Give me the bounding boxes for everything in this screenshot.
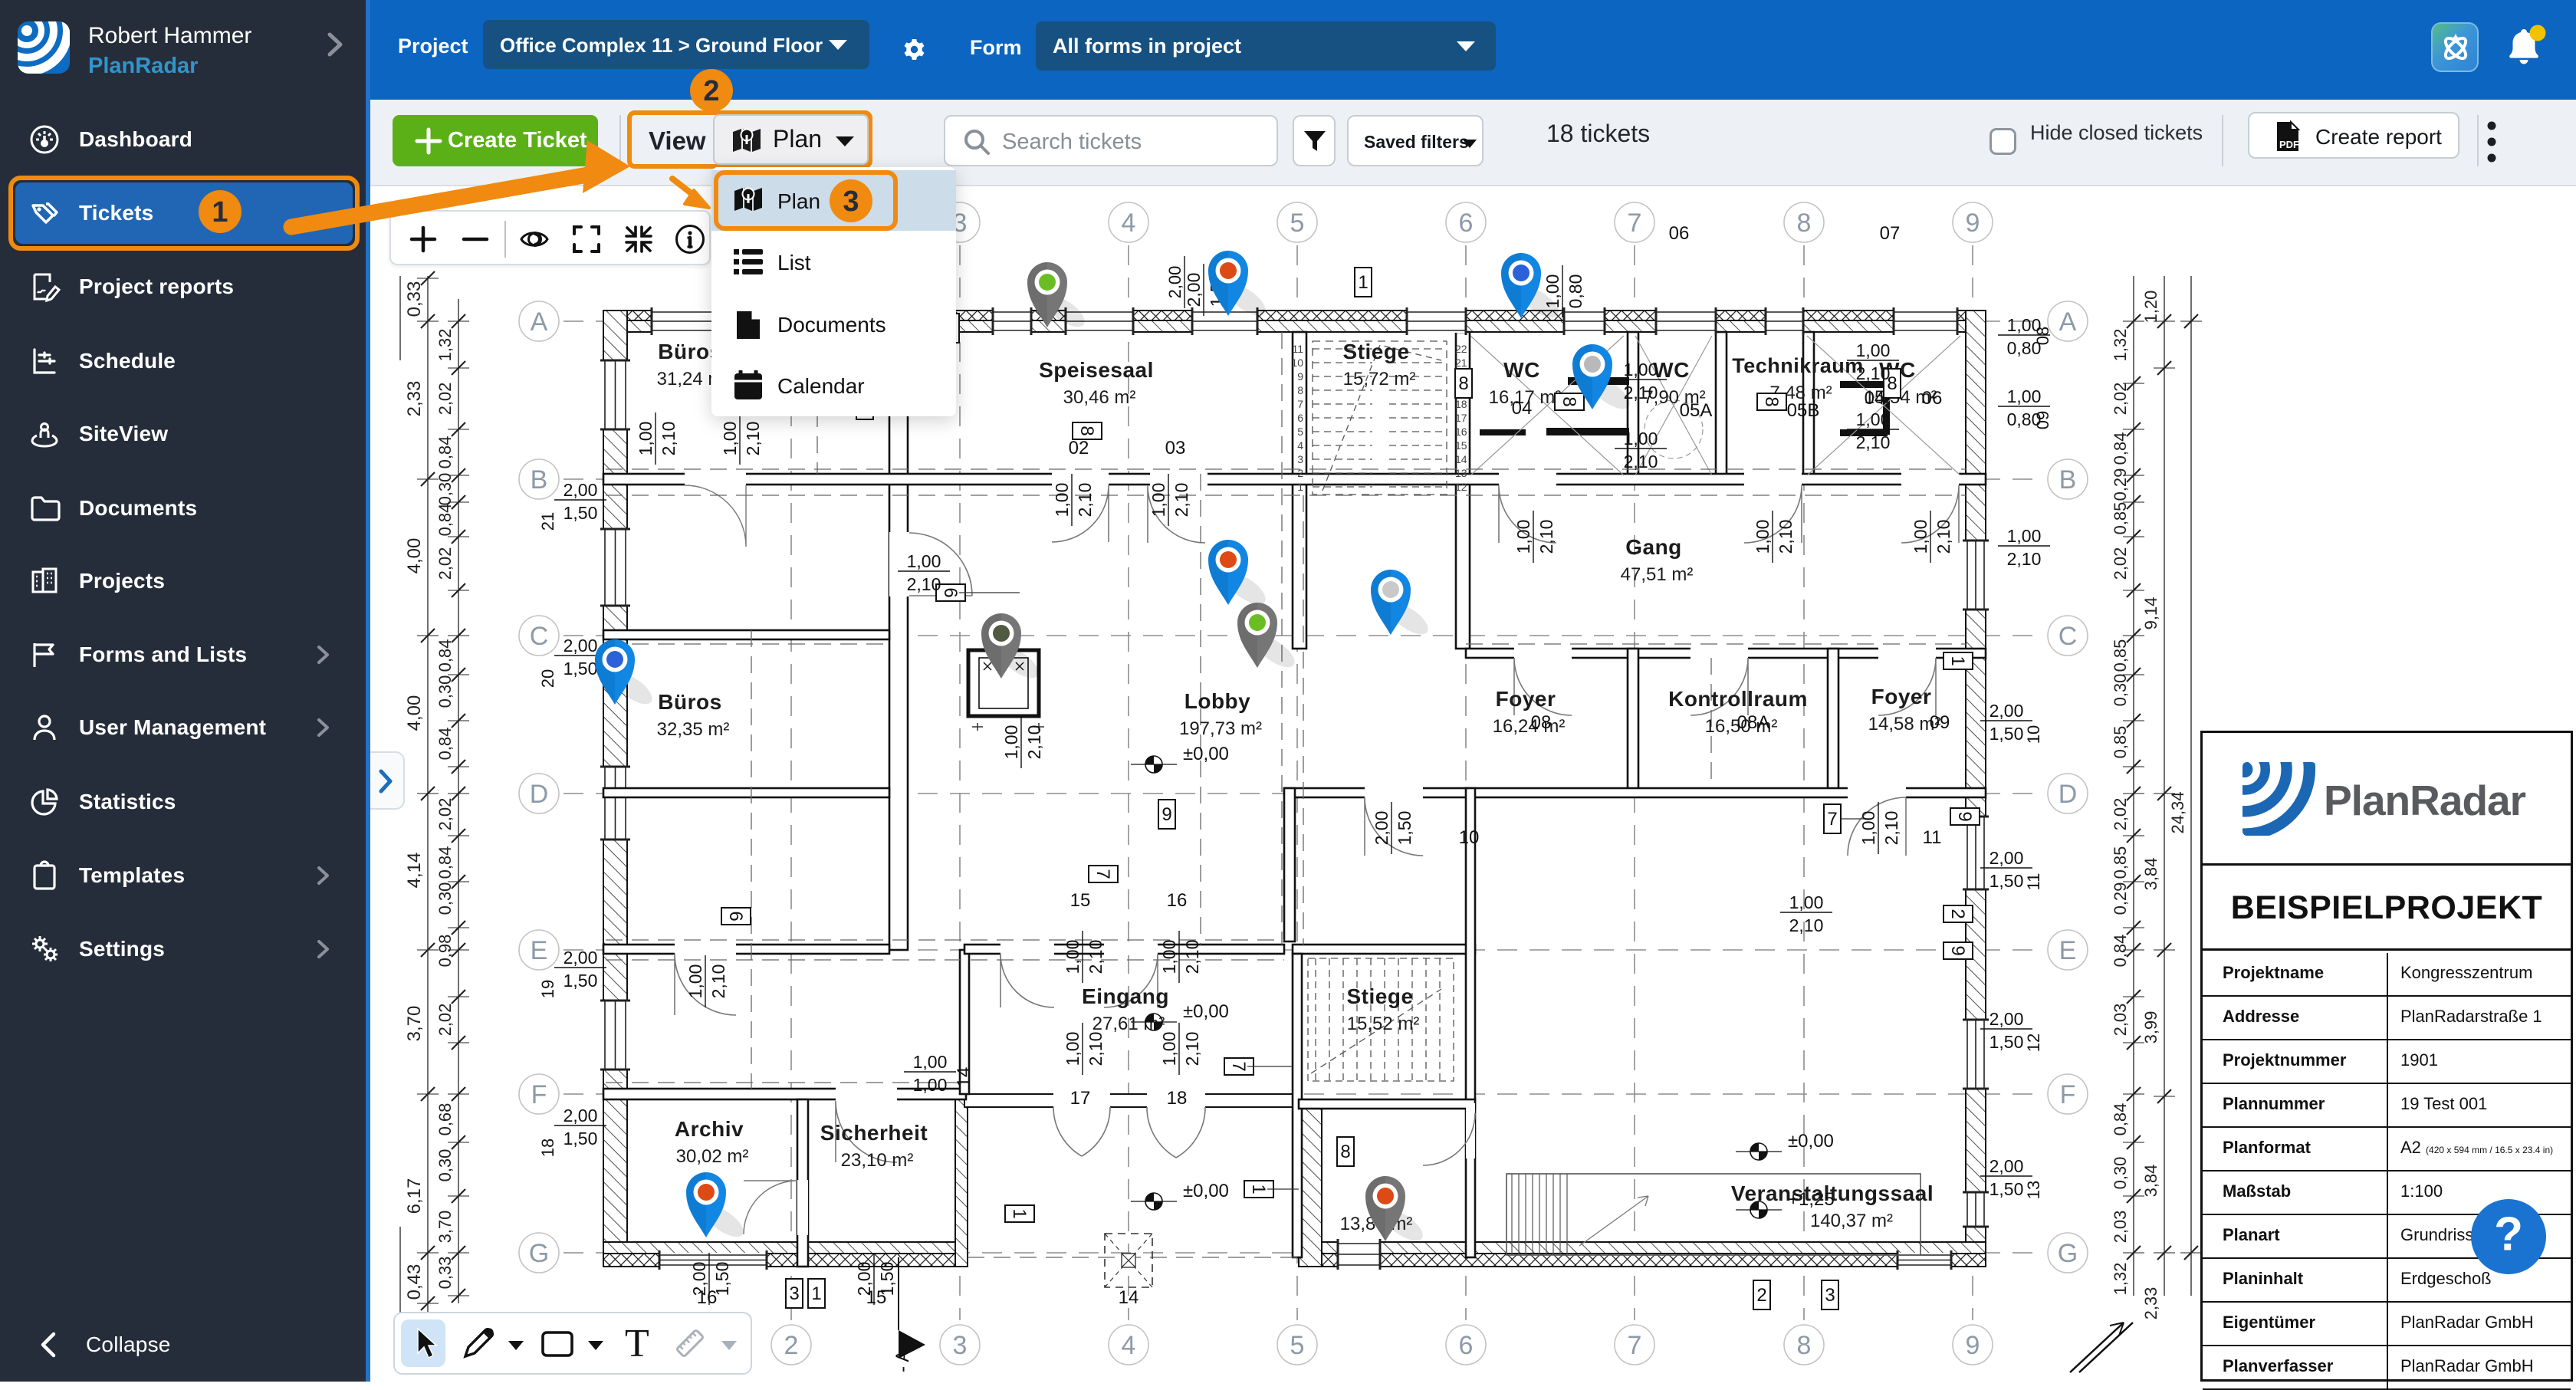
svg-text:3: 3 — [843, 186, 859, 218]
svg-text:2: 2 — [703, 75, 719, 107]
svg-text:1: 1 — [212, 196, 228, 228]
